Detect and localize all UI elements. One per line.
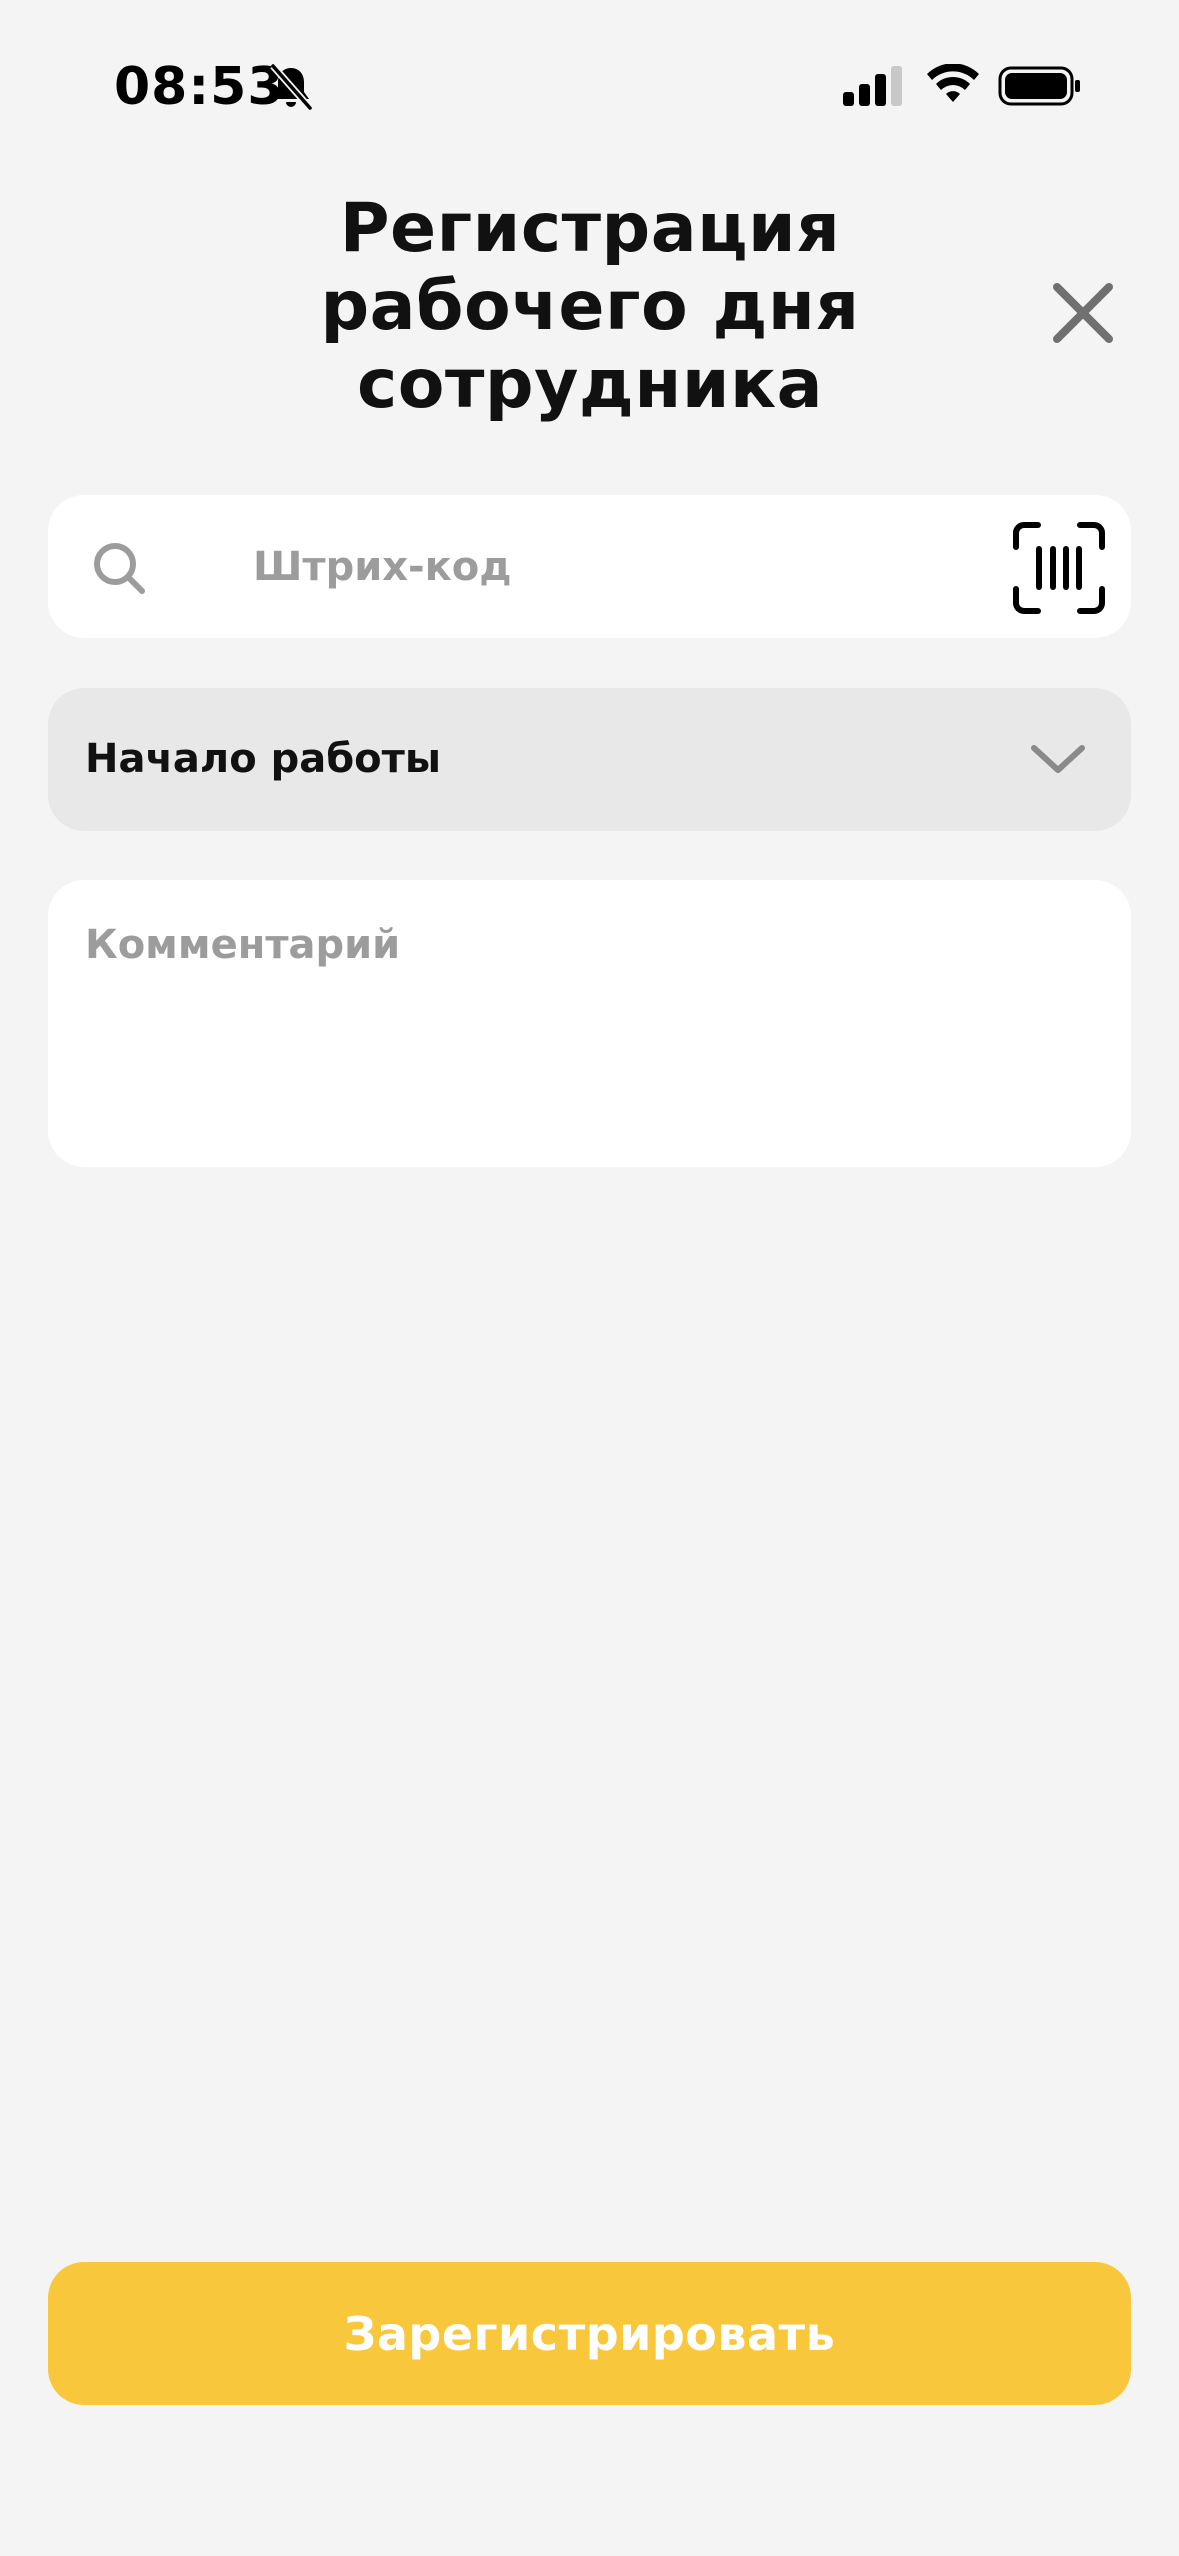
bell-slash-icon: [270, 63, 313, 111]
cellular-signal-icon: [843, 66, 902, 106]
page-title: Регистрация рабочего дня сотрудника: [320, 189, 860, 424]
status-bar: 08:53: [0, 0, 1179, 175]
wifi-icon: [927, 64, 979, 102]
status-time: 08:53: [114, 57, 285, 117]
barcode-search-field[interactable]: [48, 495, 1131, 638]
barcode-input[interactable]: [203, 495, 1023, 638]
register-button[interactable]: Зарегистрировать: [48, 2262, 1131, 2405]
close-icon: [1053, 283, 1113, 343]
work-type-selected-value: Начало работы: [85, 736, 442, 782]
barcode-scan-button[interactable]: [1010, 519, 1108, 617]
comment-input[interactable]: [48, 880, 1131, 1167]
comment-field[interactable]: [48, 880, 1131, 1167]
battery-icon: [998, 66, 1080, 106]
work-type-select[interactable]: Начало работы: [48, 688, 1131, 831]
search-icon: [94, 543, 145, 594]
close-button[interactable]: [1040, 270, 1126, 356]
barcode-scan-icon: [1013, 522, 1105, 614]
chevron-down-icon: [1031, 745, 1085, 773]
